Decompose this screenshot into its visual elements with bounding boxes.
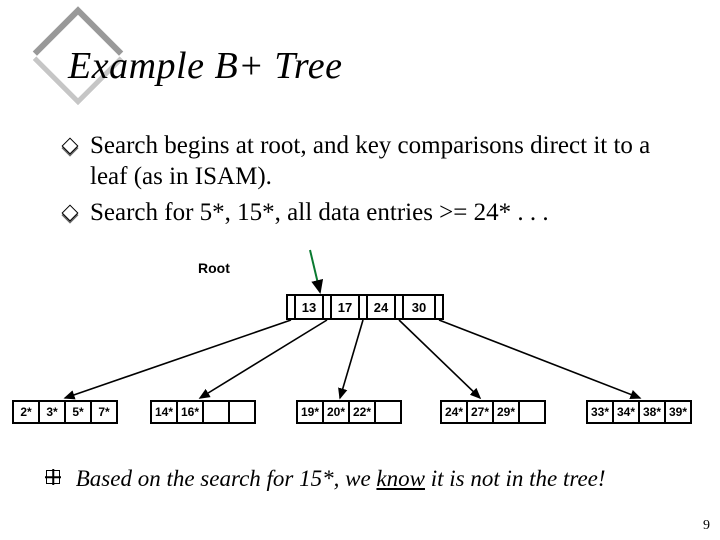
footnote-text-suffix: it is not in the tree! — [425, 466, 606, 491]
leaf-cell: 34* — [612, 400, 640, 424]
footnote: Based on the search for 15*, we know it … — [46, 466, 696, 492]
leaf-empty — [374, 400, 402, 424]
root-key: 30 — [402, 294, 436, 320]
leaf-cell: 20* — [322, 400, 350, 424]
leaf-cell: 16* — [176, 400, 204, 424]
footnote-icon — [46, 470, 60, 484]
bullet-item: Search begins at root, and key compariso… — [64, 130, 684, 193]
page-number: 9 — [703, 518, 710, 534]
bullet-list: Search begins at root, and key compariso… — [64, 130, 684, 232]
leaf-cell: 14* — [150, 400, 178, 424]
slide-title: Example B+ Tree — [68, 44, 342, 88]
bullet-text: Search for 5*, 15*, all data entries >= … — [90, 197, 549, 228]
leaf-cell: 38* — [638, 400, 666, 424]
leaf-cell: 33* — [586, 400, 614, 424]
footnote-text-prefix: Based on the search for 15*, we — [76, 466, 377, 491]
leaf-cell: 24* — [440, 400, 468, 424]
leaf-empty — [202, 400, 230, 424]
leaf-cell: 2* — [12, 400, 40, 424]
footnote-text-underlined: know — [376, 466, 425, 491]
bullet-icon — [62, 204, 79, 221]
bullet-icon — [62, 138, 79, 155]
bullet-text: Search begins at root, and key compariso… — [90, 130, 684, 193]
root-pointer — [434, 294, 444, 320]
root-key: 24 — [366, 294, 396, 320]
leaf-empty — [518, 400, 546, 424]
leaf-cell: 39* — [664, 400, 692, 424]
bullet-item: Search for 5*, 15*, all data entries >= … — [64, 197, 684, 228]
leaf-cell: 19* — [296, 400, 324, 424]
leaf-cell: 29* — [492, 400, 520, 424]
leaf-empty — [228, 400, 256, 424]
leaf-cell: 7* — [90, 400, 118, 424]
leaf-cell: 3* — [38, 400, 66, 424]
root-key: 17 — [330, 294, 360, 320]
leaf-cell: 22* — [348, 400, 376, 424]
root-label: Root — [198, 260, 230, 276]
root-key: 13 — [294, 294, 324, 320]
leaf-cell: 27* — [466, 400, 494, 424]
leaf-cell: 5* — [64, 400, 92, 424]
